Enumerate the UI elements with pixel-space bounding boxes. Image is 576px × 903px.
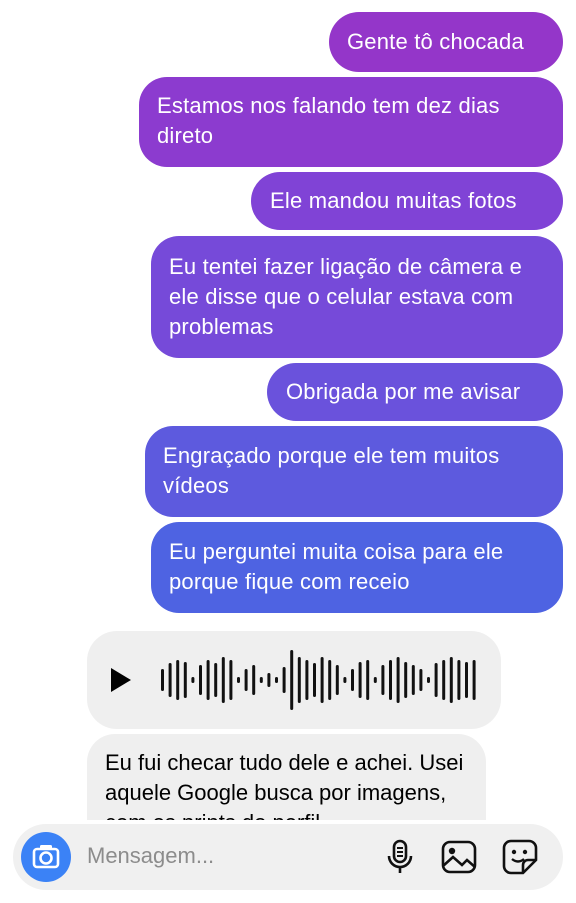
waveform-bar [419, 669, 423, 691]
message-thread: Gente tô chocada Estamos nos falando tem… [0, 0, 576, 820]
play-icon[interactable] [111, 668, 131, 692]
waveform-bar [472, 660, 476, 700]
waveform-bar [389, 660, 392, 700]
waveform-bar [229, 660, 233, 700]
waveform-bar [351, 669, 354, 691]
message-input[interactable]: Mensagem... [87, 843, 214, 869]
waveform-bar [244, 669, 248, 691]
waveform-bar [373, 677, 377, 683]
waveform-bar [191, 677, 195, 683]
microphone-button[interactable] [381, 838, 419, 876]
waveform-bar [183, 662, 187, 698]
waveform-bar [275, 677, 278, 683]
waveform-bar [297, 657, 301, 703]
waveform-bar [221, 657, 225, 703]
waveform-bar [381, 665, 385, 695]
waveform-bar [396, 657, 400, 703]
sticker-button[interactable] [501, 838, 539, 876]
outgoing-message[interactable]: Eu tentei fazer ligação de câmera e ele … [151, 236, 563, 358]
message-composer: Mensagem... [13, 824, 563, 890]
waveform-bar [168, 663, 172, 697]
waveform [161, 650, 476, 710]
waveform-bar [267, 673, 271, 687]
sticker-icon [502, 839, 538, 875]
gallery-button[interactable] [440, 838, 478, 876]
waveform-bar [366, 660, 370, 700]
outgoing-message[interactable]: Gente tô chocada [329, 12, 563, 72]
camera-button[interactable] [21, 832, 71, 882]
waveform-bar [237, 677, 240, 683]
waveform-bar [358, 662, 362, 698]
outgoing-message[interactable]: Obrigada por me avisar [267, 363, 563, 421]
waveform-bar [161, 669, 164, 691]
waveform-bar [457, 660, 461, 700]
waveform-bar [411, 665, 415, 695]
waveform-bar [442, 660, 446, 700]
waveform-bar [252, 665, 256, 695]
waveform-bar [305, 660, 309, 700]
waveform-bar [176, 660, 180, 700]
waveform-bar [282, 667, 286, 693]
incoming-message[interactable]: Eu fui checar tudo dele e achei. Usei aq… [87, 734, 486, 820]
outgoing-message[interactable]: Eu perguntei muita coisa para ele porque… [151, 522, 563, 613]
waveform-bar [343, 677, 347, 683]
waveform-bar [290, 650, 294, 710]
waveform-bar [328, 660, 332, 700]
waveform-bar [404, 662, 408, 698]
waveform-bar [427, 677, 430, 683]
waveform-bar [214, 663, 218, 697]
camera-icon [32, 845, 60, 869]
waveform-bar [313, 663, 316, 697]
waveform-bar [465, 662, 468, 698]
waveform-bar [434, 663, 438, 697]
waveform-bar [449, 657, 453, 703]
waveform-bar [259, 677, 263, 683]
gallery-icon [441, 840, 477, 874]
audio-message[interactable] [87, 631, 501, 729]
waveform-bar [320, 657, 324, 703]
outgoing-message[interactable]: Engraçado porque ele tem muitos vídeos [145, 426, 563, 517]
outgoing-message[interactable]: Estamos nos falando tem dez dias direto [139, 77, 563, 167]
waveform-bar [335, 665, 339, 695]
outgoing-message[interactable]: Ele mandou muitas fotos [251, 172, 563, 230]
waveform-bar [199, 665, 202, 695]
waveform-bar [206, 660, 210, 700]
microphone-icon [387, 839, 413, 873]
